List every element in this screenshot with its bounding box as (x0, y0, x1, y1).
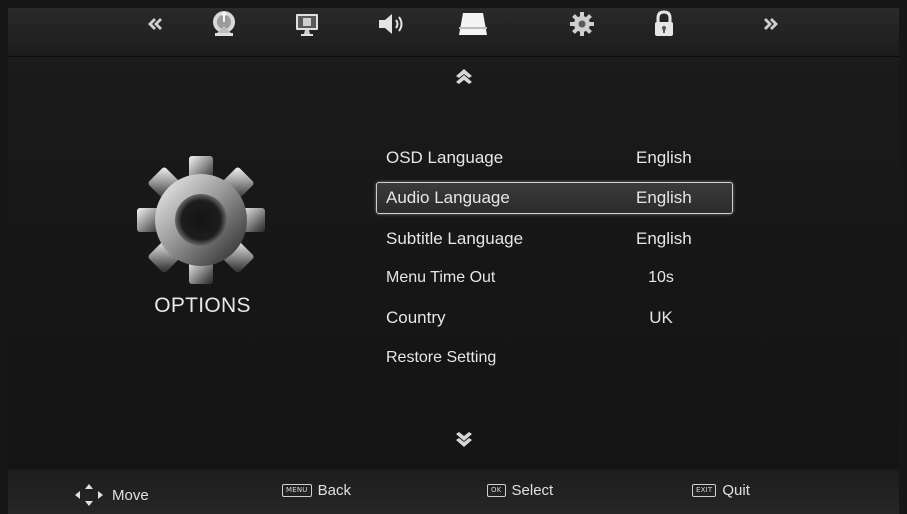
section-title: OPTIONS (154, 294, 251, 317)
hint-back: MENU Back (282, 482, 351, 499)
menu-item-value: English (636, 188, 692, 207)
screen-icon (459, 13, 487, 35)
nav-channel-button[interactable] (207, 0, 241, 48)
menu-item-value: UK (649, 308, 673, 327)
hint-quit: EXIT Quit (692, 482, 750, 499)
speaker-icon (379, 14, 403, 34)
double-chevron-down-icon (456, 432, 472, 447)
exit-key-badge: EXIT (692, 484, 717, 497)
nav-sound-button[interactable] (374, 0, 408, 48)
picture-icon (296, 14, 318, 36)
hint-quit-label: Quit (722, 482, 750, 499)
options-gear-icon (137, 156, 265, 284)
lock-icon (655, 10, 673, 36)
ok-key-badge: OK (487, 484, 506, 497)
dpad-icon (75, 484, 103, 506)
nav-prev-button[interactable] (142, 0, 166, 48)
menu-item-subtitle-language[interactable]: Subtitle Language English (376, 223, 733, 255)
menu-item-label: OSD Language (386, 148, 504, 167)
nav-screen-button[interactable] (453, 0, 493, 48)
hint-move-label: Move (112, 486, 149, 504)
double-chevron-right-icon (764, 18, 778, 30)
hint-select: OK Select (487, 482, 553, 499)
hint-back-label: Back (317, 482, 351, 499)
hint-select-label: Select (511, 482, 554, 499)
menu-item-menu-time-out[interactable]: Menu Time Out 10s (376, 263, 733, 295)
tv-menu-screen: OPTIONS OSD Language English Audio Langu… (0, 0, 907, 514)
menu-item-restore-setting[interactable]: Restore Setting (376, 343, 733, 375)
menu-item-value: English (636, 229, 692, 248)
hint-move: Move (72, 482, 149, 508)
gear-icon (570, 12, 594, 36)
menu-item-label: Country (386, 308, 446, 327)
menu-item-osd-language[interactable]: OSD Language English (376, 142, 733, 174)
nav-next-button[interactable] (760, 0, 784, 48)
menu-item-label: Subtitle Language (386, 229, 524, 248)
menu-item-value: 10s (648, 269, 674, 286)
double-chevron-left-icon (148, 18, 162, 30)
satellite-dish-icon (213, 11, 235, 36)
menu-item-label: Audio Language (386, 188, 510, 207)
menu-item-audio-language[interactable]: Audio Language English (376, 182, 733, 214)
menu-item-label: Menu Time Out (386, 269, 496, 286)
menu-item-value: English (636, 148, 692, 167)
nav-options-button[interactable] (566, 0, 598, 48)
nav-lock-button[interactable] (649, 0, 679, 48)
scroll-up-button[interactable] (452, 66, 476, 86)
double-chevron-up-icon (456, 69, 472, 84)
nav-picture-button[interactable] (291, 0, 323, 48)
menu-item-country[interactable]: Country UK (376, 302, 733, 334)
menu-key-badge: MENU (282, 484, 312, 497)
menu-item-label: Restore Setting (386, 349, 497, 366)
scroll-down-button[interactable] (452, 430, 476, 450)
